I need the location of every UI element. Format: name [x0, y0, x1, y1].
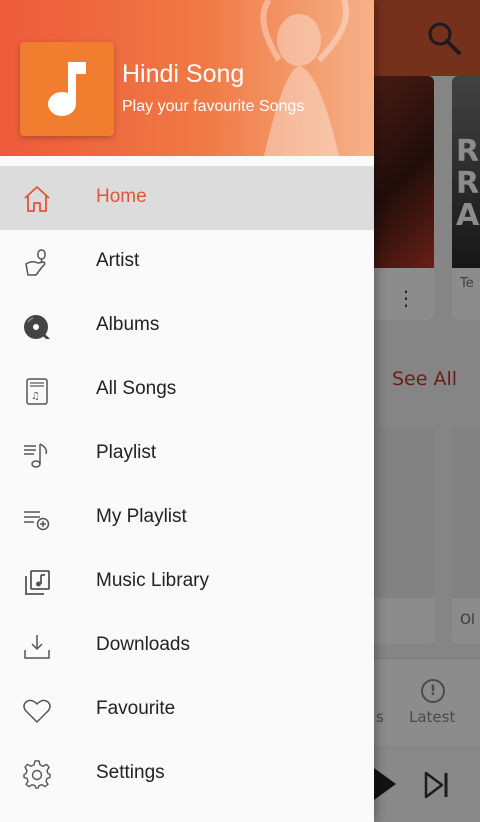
menu-item-all-songs[interactable]: ♫ All Songs [0, 358, 374, 422]
app-subtitle: Play your favourite Songs [122, 98, 305, 115]
menu-item-label: Artist [96, 250, 140, 271]
menu-item-label: Music Library [96, 570, 209, 591]
menu-item-downloads[interactable]: Downloads [0, 614, 374, 678]
all-songs-icon: ♫ [26, 378, 48, 405]
favourite-icon [23, 699, 51, 723]
downloads-icon [24, 635, 50, 659]
menu-item-label: Downloads [96, 634, 190, 655]
menu-item-label: Albums [96, 314, 160, 335]
menu-item-label: Playlist [96, 442, 157, 463]
app-title: Hindi Song [122, 60, 245, 88]
drawer-menu: Home Artist Albums ♫ All Songs Playlist … [0, 166, 374, 806]
menu-item-my-playlist[interactable]: My Playlist [0, 486, 374, 550]
drawer-header: Hindi Song Play your favourite Songs [0, 0, 374, 156]
menu-item-playlist[interactable]: Playlist [0, 422, 374, 486]
menu-item-music-library[interactable]: Music Library [0, 550, 374, 614]
album-icon [24, 315, 50, 339]
header-artwork [260, 0, 350, 156]
menu-item-home[interactable]: Home [0, 166, 374, 230]
settings-icon [23, 760, 51, 789]
menu-item-artist[interactable]: Artist [0, 230, 374, 294]
music-library-icon [25, 570, 50, 595]
menu-item-label: All Songs [96, 378, 177, 399]
menu-item-label: Favourite [96, 698, 176, 719]
music-note-icon [48, 62, 86, 116]
my-playlist-icon [24, 511, 50, 531]
home-icon [24, 186, 50, 212]
menu-item-settings[interactable]: Settings [0, 742, 374, 806]
menu-item-favourite[interactable]: Favourite [0, 678, 374, 742]
menu-item-label: Home [96, 186, 147, 207]
app-logo [20, 42, 114, 136]
svg-text:♫: ♫ [31, 391, 40, 402]
menu-item-label: My Playlist [96, 506, 187, 527]
menu-item-label: Settings [96, 762, 165, 783]
menu-item-albums[interactable]: Albums [0, 294, 374, 358]
playlist-icon [24, 443, 48, 468]
artist-icon [25, 249, 46, 276]
navigation-drawer: Hindi Song Play your favourite Songs Hom… [0, 0, 374, 822]
